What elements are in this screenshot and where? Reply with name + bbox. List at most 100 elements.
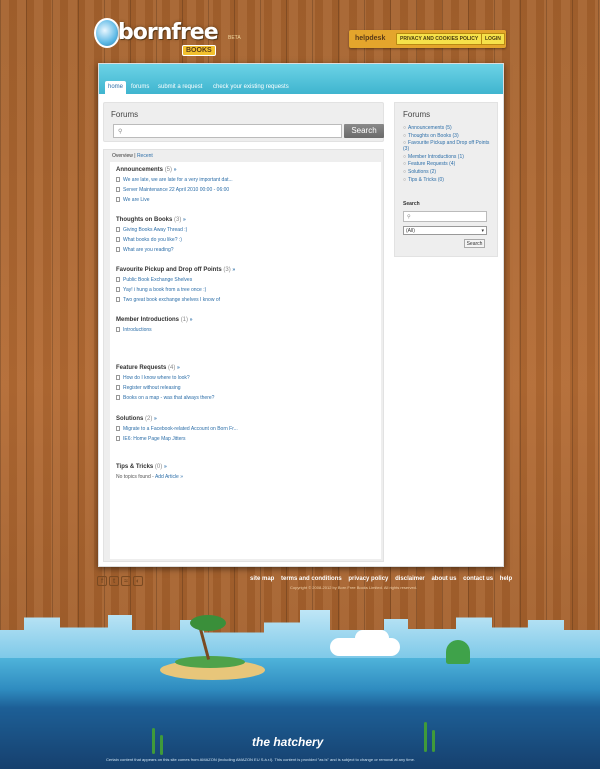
- document-icon: [116, 187, 120, 192]
- document-icon: [116, 277, 120, 282]
- add-article-link[interactable]: Add Article »: [155, 474, 183, 480]
- login-button[interactable]: LOGIN: [481, 33, 505, 45]
- social-icons: f t ≈ ◐: [97, 576, 145, 586]
- topic-link[interactable]: What are you reading?: [123, 247, 174, 253]
- arrow-icon[interactable]: »: [190, 317, 193, 323]
- tab-overview[interactable]: Overview: [112, 153, 133, 159]
- tab-home[interactable]: home: [105, 81, 127, 94]
- list-item[interactable]: Two great book exchange shelves I know o…: [116, 297, 235, 303]
- topic-link[interactable]: IE6: Home Page Map Jitters: [123, 436, 186, 442]
- category-title[interactable]: Solutions: [116, 416, 143, 422]
- privacy-policy-button[interactable]: PRIVACY AND COOKIES POLICY: [396, 33, 483, 45]
- sidebar-item[interactable]: Announcements (5): [403, 125, 495, 131]
- topic-link[interactable]: We are Live: [123, 197, 150, 203]
- document-icon: [116, 297, 120, 302]
- search-icon: ⚲: [118, 129, 123, 135]
- list-item[interactable]: Yay! i hung a book from a tree once :): [116, 287, 235, 293]
- arrow-icon[interactable]: »: [164, 464, 167, 470]
- logo-books-badge: BOOKS: [182, 45, 216, 56]
- arrow-icon[interactable]: »: [154, 416, 157, 422]
- category-title[interactable]: Feature Requests: [116, 365, 166, 371]
- bird-logo-icon: [94, 18, 120, 48]
- sidebar-title: Forums: [403, 110, 431, 119]
- category-title[interactable]: Favourite Pickup and Drop off Points: [116, 267, 222, 273]
- sidebar-item[interactable]: Thoughts on Books (3): [403, 133, 495, 139]
- hatchery-logo[interactable]: the hatchery: [252, 735, 323, 749]
- list-item[interactable]: Register without releasing: [116, 385, 214, 391]
- category-count: (3): [223, 267, 231, 273]
- list-item[interactable]: Giving Books Away Thread :): [116, 227, 187, 233]
- topic-link[interactable]: What books do you like? :): [123, 237, 182, 243]
- list-item[interactable]: Introductions: [116, 327, 192, 333]
- sidebar-item[interactable]: Tips & Tricks (0): [403, 177, 495, 183]
- topic-link[interactable]: Books on a map - was that always there?: [123, 395, 214, 401]
- top-bar: helpdesk PRIVACY AND COOKIES POLICY LOGI…: [349, 30, 506, 48]
- list-item[interactable]: Migrate to a Facebook-related Account on…: [116, 426, 238, 432]
- topic-link[interactable]: Server Maintenance 22 April 2010 00:00 -…: [123, 187, 229, 193]
- list-item[interactable]: What are you reading?: [116, 247, 187, 253]
- tab-check-requests[interactable]: check your existing requests: [213, 81, 289, 94]
- topic-link[interactable]: Introductions: [123, 327, 152, 333]
- list-item[interactable]: Public Book Exchange Shelves: [116, 277, 235, 283]
- nav-bar: home forums submit a request check your …: [99, 64, 503, 94]
- topic-link[interactable]: Migrate to a Facebook-related Account on…: [123, 426, 238, 432]
- document-icon: [116, 375, 120, 380]
- sidebar-search-input[interactable]: ⚲: [403, 211, 487, 222]
- category-count: (1): [180, 317, 189, 323]
- sidebar-item[interactable]: Member Introductions (1): [403, 154, 495, 160]
- topic-link[interactable]: Yay! i hung a book from a tree once :): [123, 287, 206, 293]
- list-item[interactable]: Books on a map - was that always there?: [116, 395, 214, 401]
- list-item[interactable]: We are late, we are late for a very impo…: [116, 177, 233, 183]
- footer-link-help[interactable]: help: [500, 576, 512, 582]
- seaweed: [432, 730, 435, 752]
- search-button[interactable]: Search: [344, 124, 384, 138]
- delicious-icon[interactable]: ◐: [133, 576, 143, 586]
- site-logo[interactable]: bornfree BOOKS BETA: [94, 18, 244, 56]
- topic-link[interactable]: Register without releasing: [123, 385, 181, 391]
- list-item[interactable]: What books do you like? :): [116, 237, 187, 243]
- footer-link-privacy[interactable]: privacy policy: [348, 576, 388, 582]
- arrow-icon[interactable]: »: [177, 365, 180, 371]
- arrow-icon[interactable]: »: [183, 217, 186, 223]
- forum-select[interactable]: (All) ▾: [403, 226, 487, 235]
- topic-link[interactable]: Giving Books Away Thread :): [123, 227, 187, 233]
- forum-select-value: (All): [406, 228, 415, 234]
- footer-link-site-map[interactable]: site map: [250, 576, 274, 582]
- category-member-introductions: Member Introductions (1) » Introductions: [116, 317, 192, 333]
- twitter-icon[interactable]: t: [109, 576, 119, 586]
- tab-submit-request[interactable]: submit a request: [158, 81, 202, 94]
- document-icon: [116, 287, 120, 292]
- facebook-icon[interactable]: f: [97, 576, 107, 586]
- category-title[interactable]: Member Introductions: [116, 317, 179, 323]
- chevron-down-icon: ▾: [481, 228, 484, 234]
- footer-link-contact[interactable]: contact us: [463, 576, 493, 582]
- arrow-icon[interactable]: »: [174, 167, 177, 173]
- footer-link-terms[interactable]: terms and conditions: [281, 576, 342, 582]
- topic-link[interactable]: Public Book Exchange Shelves: [123, 277, 192, 283]
- category-title[interactable]: Tips & Tricks: [116, 464, 153, 470]
- category-tips-tricks: Tips & Tricks (0) » No topics found - Ad…: [116, 464, 183, 480]
- logo-beta-label: BETA: [228, 35, 241, 41]
- topic-link[interactable]: Two great book exchange shelves I know o…: [123, 297, 220, 303]
- tab-forums[interactable]: forums: [131, 81, 149, 94]
- search-input[interactable]: ⚲: [113, 124, 342, 138]
- list-item[interactable]: Server Maintenance 22 April 2010 00:00 -…: [116, 187, 233, 193]
- list-item[interactable]: We are Live: [116, 197, 233, 203]
- category-list: Announcements (5) » We are late, we are …: [110, 162, 381, 559]
- sidebar-item[interactable]: Solutions (2): [403, 169, 495, 175]
- footer-link-disclaimer[interactable]: disclaimer: [395, 576, 425, 582]
- topic-link[interactable]: We are late, we are late for a very impo…: [123, 177, 233, 183]
- sidebar-item[interactable]: Feature Requests (4): [403, 161, 495, 167]
- rss-icon[interactable]: ≈: [121, 576, 131, 586]
- category-title[interactable]: Thoughts on Books: [116, 217, 172, 223]
- sidebar-item[interactable]: Favourite Pickup and Drop off Points (3): [403, 140, 495, 152]
- category-title[interactable]: Announcements: [116, 167, 163, 173]
- arrow-icon[interactable]: »: [232, 267, 235, 273]
- document-icon: [116, 436, 120, 441]
- tab-recent[interactable]: Recent: [137, 153, 153, 159]
- footer-link-about[interactable]: about us: [431, 576, 456, 582]
- sidebar-search-button[interactable]: Search: [464, 239, 485, 248]
- list-item[interactable]: How do I know where to look?: [116, 375, 214, 381]
- topic-link[interactable]: How do I know where to look?: [123, 375, 190, 381]
- list-item[interactable]: IE6: Home Page Map Jitters: [116, 436, 238, 442]
